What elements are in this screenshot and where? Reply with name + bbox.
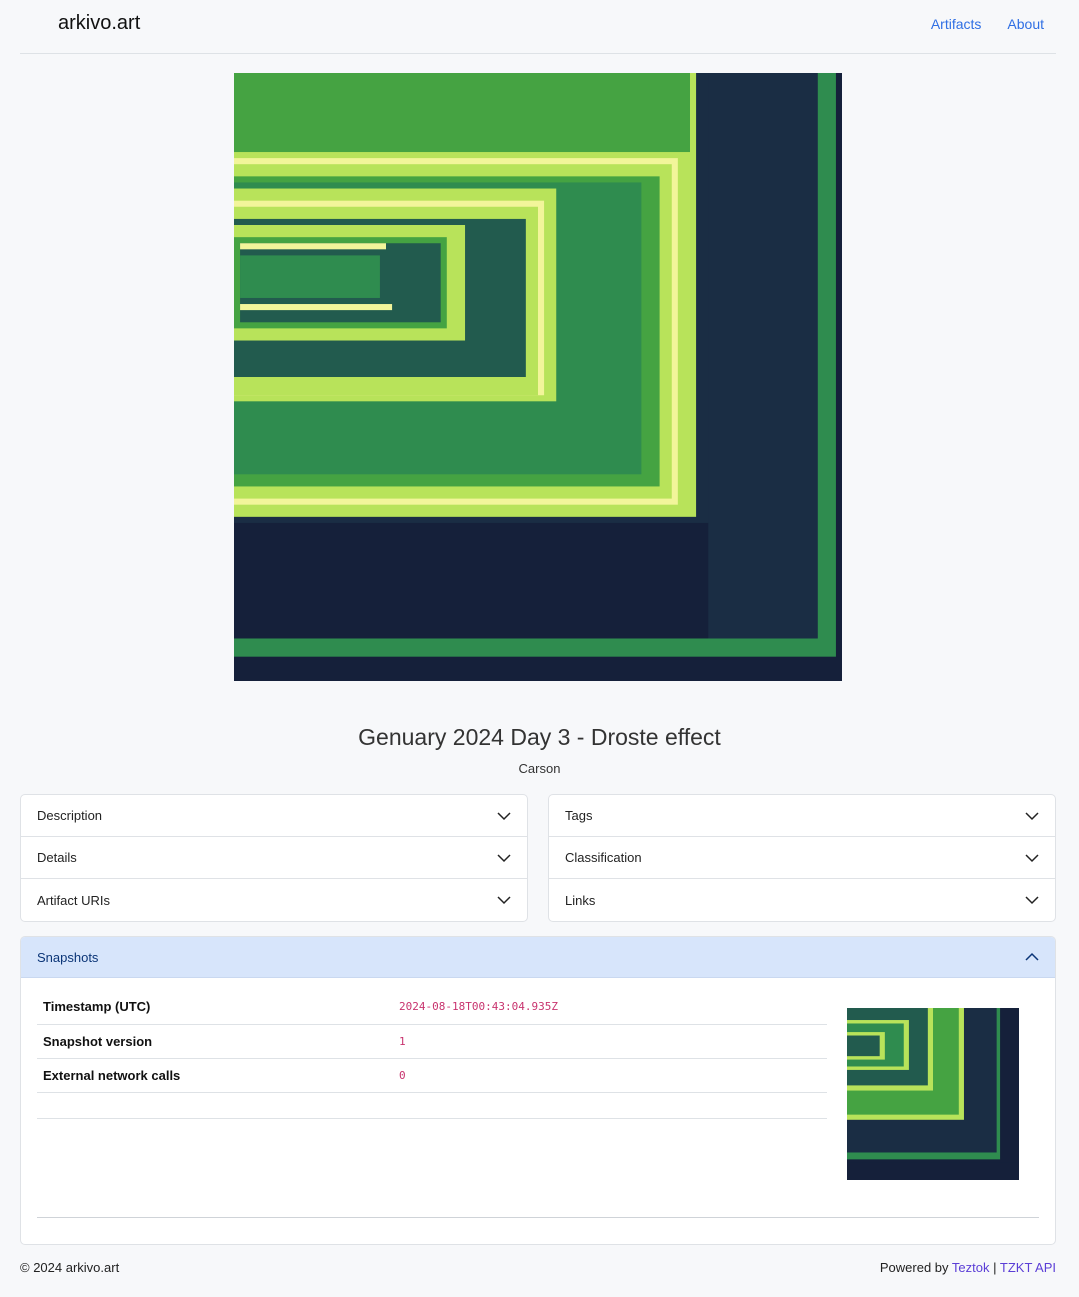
chevron-down-icon xyxy=(1025,896,1039,905)
accordion-links[interactable]: Links xyxy=(549,879,1055,921)
table-row: External network calls 0 xyxy=(37,1058,827,1093)
accordion-label: Description xyxy=(37,808,103,823)
table-row: Timestamp (UTC) 2024-08-18T00:43:04.935Z xyxy=(37,990,827,1025)
snapshot-value: 0 xyxy=(399,1058,827,1093)
chevron-up-icon xyxy=(1025,952,1039,961)
snapshot-thumbnail[interactable] xyxy=(847,1008,1019,1180)
snapshot-value: 2024-08-18T00:43:04.935Z xyxy=(399,990,827,1025)
table-row-empty xyxy=(37,1092,827,1119)
snapshot-key: External network calls xyxy=(37,1058,399,1093)
accordion-label: Tags xyxy=(565,808,593,823)
snapshot-key: Timestamp (UTC) xyxy=(37,990,399,1025)
snapshot-value: 1 xyxy=(399,1024,827,1059)
accordion-details[interactable]: Details xyxy=(21,837,527,879)
chevron-down-icon xyxy=(1025,812,1039,821)
accordion-tags[interactable]: Tags xyxy=(549,795,1055,837)
snapshots-header-label: Snapshots xyxy=(37,949,99,965)
artwork-artist[interactable]: Carson xyxy=(0,761,1079,776)
accordion-label: Details xyxy=(37,850,77,865)
accordion-left: Description Details Artifact URIs xyxy=(20,794,528,922)
accordion-artifact-uris[interactable]: Artifact URIs xyxy=(21,879,527,921)
snapshots-header[interactable]: Snapshots xyxy=(21,937,1055,978)
table-row: Snapshot version 1 xyxy=(37,1024,827,1059)
nav-link-about[interactable]: About xyxy=(1007,16,1044,32)
footer-separator: | xyxy=(993,1260,997,1275)
snapshot-key: Snapshot version xyxy=(37,1024,399,1059)
powered-by-label: Powered by xyxy=(879,1260,949,1275)
tzkt-api-link[interactable]: TZKT API xyxy=(1000,1260,1056,1275)
nav-link-artifacts[interactable]: Artifacts xyxy=(931,16,982,32)
accordion-description[interactable]: Description xyxy=(21,795,527,837)
chevron-down-icon xyxy=(497,896,511,905)
chevron-down-icon xyxy=(1025,854,1039,863)
brand-logo[interactable]: arkivo.art xyxy=(58,12,140,35)
snapshot-table: Timestamp (UTC) 2024-08-18T00:43:04.935Z… xyxy=(37,990,827,1119)
chevron-down-icon xyxy=(497,812,511,821)
top-navbar: arkivo.art Artifacts About xyxy=(20,0,1056,54)
chevron-down-icon xyxy=(497,854,511,863)
snapshot-thumbnail-art xyxy=(847,1008,1019,1180)
snapshots-panel: Snapshots Timestamp (UTC) 2024-08-18T00:… xyxy=(20,936,1056,1245)
accordion-classification[interactable]: Classification xyxy=(549,837,1055,879)
footer-copyright: © 2024 arkivo.art xyxy=(20,1260,120,1275)
artwork-pixel-art xyxy=(234,73,842,681)
accordion-label: Links xyxy=(565,892,596,908)
artwork-image xyxy=(234,73,842,681)
teztok-link[interactable]: Teztok xyxy=(952,1260,990,1275)
accordion-label: Artifact URIs xyxy=(37,892,110,908)
divider xyxy=(37,1217,1039,1218)
accordion-right: Tags Classification Links xyxy=(548,794,1056,922)
accordion-label: Classification xyxy=(565,850,642,865)
nav-links: Artifacts About xyxy=(931,16,1044,32)
artwork-title: Genuary 2024 Day 3 - Droste effect xyxy=(358,724,721,750)
footer-powered-by: Powered by Teztok | TZKT API xyxy=(880,1260,1056,1275)
